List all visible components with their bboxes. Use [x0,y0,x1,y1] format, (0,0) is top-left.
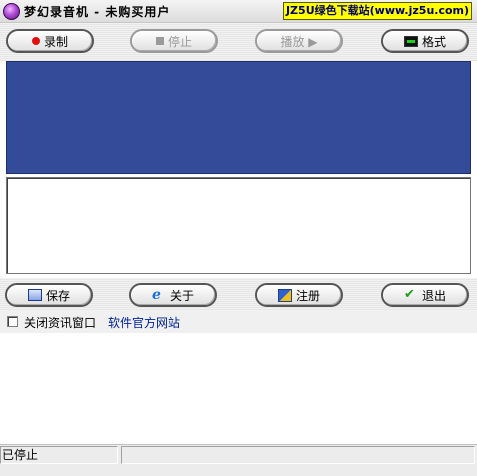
format-label: 格式 [421,34,446,49]
save-button[interactable]: 保存 [5,283,93,307]
stop-button[interactable]: 停止 [130,29,218,53]
window-title: 梦幻录音机 - 未购买用户 [24,5,171,19]
ie-icon: e [151,287,161,303]
official-website-link[interactable]: 软件官方网站 [108,314,180,331]
status-text: 已停止 [0,446,118,464]
record-label: 录制 [43,34,68,49]
checkmark-icon: ✔ [403,287,415,302]
about-button[interactable]: e 关于 [129,283,217,307]
app-icon [3,3,20,20]
record-dot-icon [31,37,40,45]
info-panel[interactable] [6,177,471,274]
play-label: 播放 ▶ [280,34,318,49]
record-button[interactable]: 录制 [6,29,94,53]
title-bar[interactable]: 梦幻录音机 - 未购买用户 JZ5U绿色下载站(www.jz5u.com) [0,0,477,23]
play-button[interactable]: 播放 ▶ [255,29,343,53]
status-bar: 已停止 [0,444,477,476]
close-info-label[interactable]: 关闭资讯窗口 [24,314,96,331]
format-icon [403,35,418,47]
about-label: 关于 [169,288,194,303]
waveform-display [6,61,471,174]
register-button[interactable]: 注册 [255,283,343,307]
register-icon [277,288,292,302]
stop-square-icon [155,37,164,45]
close-info-checkbox[interactable] [7,316,18,327]
save-icon [27,289,42,301]
options-row: 关闭资讯窗口 软件官方网站 [0,311,477,333]
top-toolbar: 录制 停止 播放 ▶ 格式 [0,23,477,61]
save-label: 保存 [45,288,70,303]
stop-label: 停止 [167,34,192,49]
register-label: 注册 [295,288,320,303]
watermark-banner: JZ5U绿色下载站(www.jz5u.com) [283,2,472,20]
exit-label: 退出 [421,288,446,303]
status-pane-secondary [121,446,475,464]
format-button[interactable]: 格式 [381,29,469,53]
exit-button[interactable]: ✔ 退出 [381,283,469,307]
